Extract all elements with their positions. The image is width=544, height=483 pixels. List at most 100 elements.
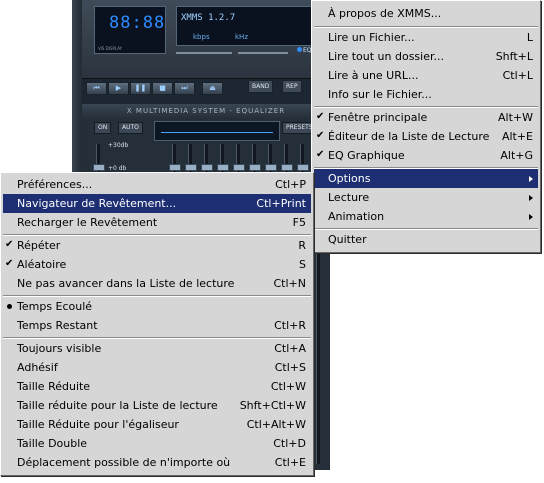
menu-item-main-window[interactable]: ✔ Fenêtre principale Alt+W <box>314 108 538 127</box>
kbps-label: kbps <box>193 33 210 41</box>
menu-item-shortcut: F5 <box>292 216 306 229</box>
menu-item-playlist-editor[interactable]: ✔ Éditeur de la Liste de Lecture Alt+E <box>314 127 538 146</box>
menu-item-play-directory[interactable]: Lire tout un dossier... Shft+L <box>314 47 538 66</box>
menu-item-no-playlist-advance[interactable]: Ne pas avancer dans la Liste de lecture … <box>3 274 311 293</box>
menu-item-shortcut: Ctl+A <box>274 342 306 355</box>
menu-item-repeat[interactable]: ✔ Répéter R <box>3 236 311 255</box>
menu-item-double-size[interactable]: Taille Double Ctl+D <box>3 434 311 453</box>
menu-item-shortcut: Ctl+L <box>502 69 533 82</box>
time-display: 88:88 VIS DISPLAY <box>94 6 166 54</box>
menu-item-shortcut: Ctl+N <box>273 277 307 290</box>
eq-on-button[interactable]: ON <box>94 122 112 134</box>
menu-item-label: Navigateur de Revêtement... <box>17 197 177 210</box>
menu-item-playback[interactable]: Lecture <box>314 188 538 207</box>
menu-item-shortcut: Ctl+Print <box>256 197 306 210</box>
menu-item-label: Aléatoire <box>17 258 67 271</box>
menu-item-label: Taille Réduite pour l'égaliseur <box>17 418 179 431</box>
menu-item-shortcut: L <box>526 31 533 44</box>
next-icon: ⏭ <box>181 84 188 92</box>
checkmark-icon: ✔ <box>316 111 325 122</box>
eq-curve-graph <box>154 121 280 141</box>
equalizer-titlebar[interactable]: X MULTIMEDIA SYSTEM - EQUALIZER <box>82 104 330 118</box>
menu-item-play-file[interactable]: Lire un Fichier... L <box>314 28 538 47</box>
eq-auto-button[interactable]: AUTO <box>118 122 143 134</box>
menu-item-skin-browser[interactable]: Navigateur de Revêtement... Ctl+Print <box>3 194 311 213</box>
menu-item-windowshade[interactable]: Taille Réduite Ctl+W <box>3 377 311 396</box>
menu-item-shortcut: R <box>298 239 306 252</box>
menu-item-playlist-windowshade[interactable]: Taille réduite pour la Liste de lecture … <box>3 396 311 415</box>
menu-item-label: Recharger le Revêtement <box>17 216 158 229</box>
stop-button[interactable]: ■ <box>152 82 173 95</box>
time-readout: 88:88 <box>109 13 166 33</box>
menu-item-easy-move[interactable]: Déplacement possible de n'importe où Ctl… <box>3 453 311 472</box>
submenu-arrow-icon <box>529 214 533 220</box>
eq-slider-knob[interactable] <box>281 164 293 171</box>
menu-item-label: Déplacement possible de n'importe où <box>17 456 231 469</box>
eq-slider-knob[interactable] <box>297 164 309 171</box>
menu-item-shortcut: Ctl+R <box>274 319 306 332</box>
submenu-arrow-icon <box>529 176 533 182</box>
menu-item-shortcut: Alt+G <box>500 149 533 162</box>
radio-bullet-icon <box>7 304 12 309</box>
eq-slider-knob[interactable] <box>249 164 261 171</box>
menu-item-label: Animation <box>328 210 385 223</box>
menu-item-label: Temps Restant <box>17 319 98 332</box>
menu-item-label: Adhésif <box>17 361 58 374</box>
menu-item-time-elapsed[interactable]: Temps Ecoulé <box>3 297 311 316</box>
play-button[interactable]: ▶ <box>108 82 129 95</box>
menu-item-graphical-eq[interactable]: ✔ EQ Graphique Alt+G <box>314 146 538 165</box>
menu-item-label: Quitter <box>328 233 367 246</box>
menu-item-label: Taille Réduite <box>17 380 91 393</box>
menu-item-label: Lire tout un dossier... <box>328 50 444 63</box>
menu-item-options[interactable]: Options <box>314 169 538 188</box>
stop-icon: ■ <box>159 84 166 92</box>
menu-item-shortcut: Alt+W <box>498 111 533 124</box>
previous-button[interactable]: ⏮ <box>86 82 107 95</box>
menu-item-file-info[interactable]: Info sur le Fichier... <box>314 85 538 104</box>
menu-item-about[interactable]: À propos de XMMS... <box>314 4 538 23</box>
band-button[interactable]: BAND <box>248 80 274 93</box>
balance-slider[interactable] <box>238 52 288 54</box>
menu-item-label: Ne pas avancer dans la Liste de lecture <box>17 277 235 290</box>
menu-item-shuffle[interactable]: ✔ Aléatoire S <box>3 255 311 274</box>
eject-icon: ⏏ <box>209 84 216 92</box>
eq-slider-knob[interactable] <box>185 164 197 171</box>
eq-slider-knob[interactable] <box>233 164 245 171</box>
menu-item-reload-skin[interactable]: Recharger le Revêtement F5 <box>3 213 311 232</box>
eq-slider-knob[interactable] <box>217 164 229 171</box>
checkmark-icon: ✔ <box>316 130 325 141</box>
pause-button[interactable]: ❚❚ <box>130 82 151 95</box>
menu-item-shortcut: S <box>299 258 306 271</box>
menu-item-label: Répéter <box>17 239 61 252</box>
eq-slider-knob[interactable] <box>265 164 277 171</box>
menu-item-shortcut: Ctl+E <box>274 456 306 469</box>
menu-item-label: Éditeur de la Liste de Lecture <box>328 130 490 143</box>
song-info-display[interactable]: XMMS 1.2.7 kbps kHz <box>176 6 328 46</box>
menu-item-shortcut: Ctl+P <box>275 178 306 191</box>
menu-item-visualization[interactable]: Animation <box>314 207 538 226</box>
checkmark-icon: ✔ <box>316 149 325 160</box>
next-button[interactable]: ⏭ <box>174 82 195 95</box>
menu-item-preferences[interactable]: Préférences... Ctl+P <box>3 175 311 194</box>
menu-item-sticky[interactable]: Adhésif Ctl+S <box>3 358 311 377</box>
main-menu: À propos de XMMS... Lire un Fichier... L… <box>311 0 541 253</box>
song-title: XMMS 1.2.7 <box>181 13 236 23</box>
submenu-arrow-icon <box>529 195 533 201</box>
eq-indicator-icon <box>297 47 302 52</box>
volume-slider[interactable] <box>176 52 232 54</box>
menu-item-label: Info sur le Fichier... <box>328 88 432 101</box>
checkmark-icon: ✔ <box>5 239 14 250</box>
menu-item-play-url[interactable]: Lire à une URL... Ctl+L <box>314 66 538 85</box>
eq-slider-knob[interactable] <box>201 164 213 171</box>
eq-slider-knob[interactable] <box>93 164 105 171</box>
checkmark-icon: ✔ <box>5 258 14 269</box>
menu-item-quit[interactable]: Quitter <box>314 230 538 249</box>
repeat-button[interactable]: REP <box>282 80 302 93</box>
menu-item-eq-windowshade[interactable]: Taille Réduite pour l'égaliseur Ctl+Alt+… <box>3 415 311 434</box>
menu-item-time-remaining[interactable]: Temps Restant Ctl+R <box>3 316 311 335</box>
eq-slider-knob[interactable] <box>169 164 181 171</box>
menu-item-shortcut: Shft+L <box>495 50 533 63</box>
eject-button[interactable]: ⏏ <box>202 82 223 95</box>
menu-item-always-on-top[interactable]: Toujours visible Ctl+A <box>3 339 311 358</box>
menu-item-label: EQ Graphique <box>328 149 405 162</box>
